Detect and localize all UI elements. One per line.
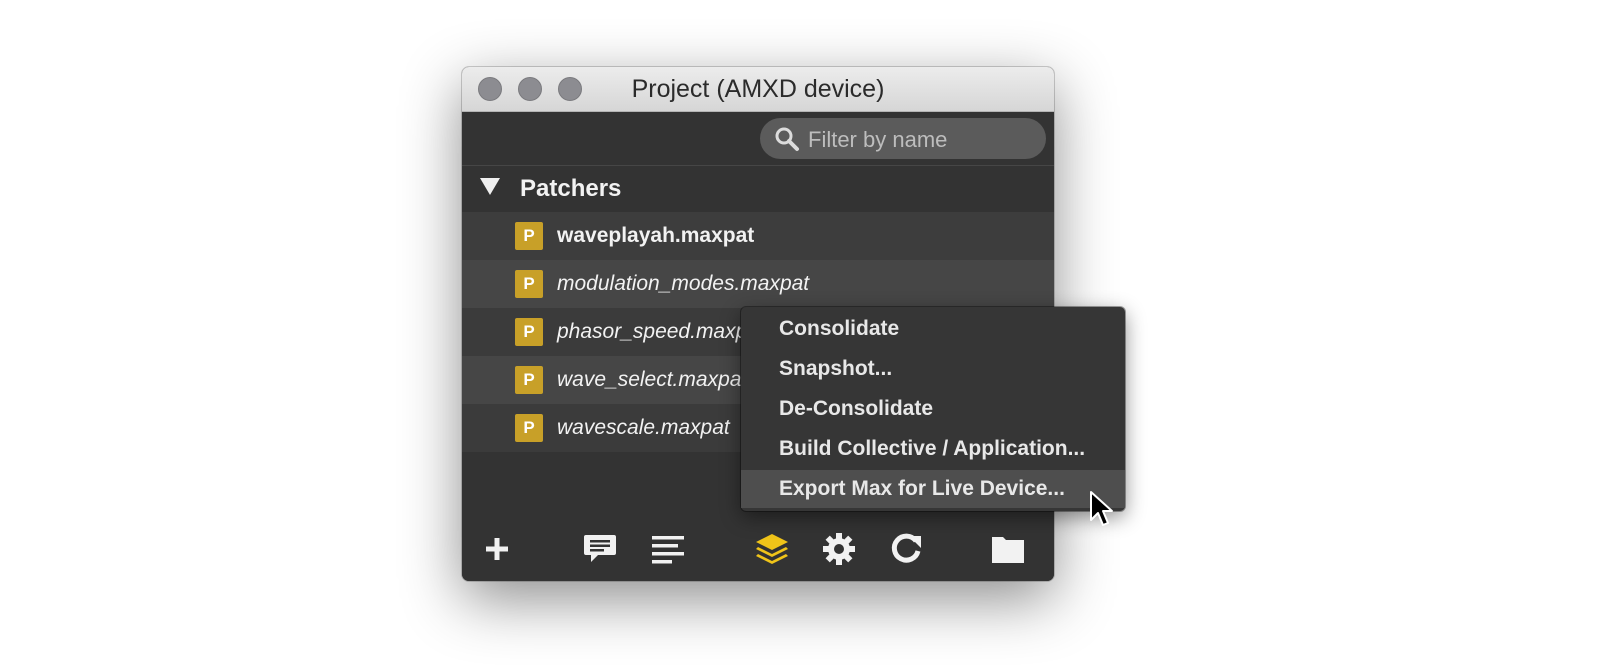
file-row[interactable]: P modulation_modes.maxpat [462, 260, 1054, 308]
comment-icon[interactable] [580, 529, 620, 569]
search-box[interactable] [760, 118, 1046, 161]
menu-item-build-collective[interactable]: Build Collective / Application... [741, 430, 1125, 468]
disclosure-triangle-icon[interactable] [480, 178, 500, 195]
file-name: waveplayah.maxpat [557, 224, 755, 247]
layers-icon[interactable] [752, 529, 792, 569]
patcher-file-icon: P [515, 414, 543, 442]
patcher-file-icon: P [515, 222, 543, 250]
menu-item-snapshot[interactable]: Snapshot... [741, 350, 1125, 388]
patcher-file-icon: P [515, 318, 543, 346]
refresh-icon[interactable] [886, 529, 926, 569]
list-icon[interactable] [648, 529, 688, 569]
window-title: Project (AMXD device) [631, 75, 885, 103]
title-bar[interactable]: Project (AMXD device) [462, 67, 1054, 112]
patcher-file-icon: P [515, 366, 543, 394]
mouse-pointer-icon [1090, 491, 1113, 526]
plus-icon[interactable] [477, 529, 517, 569]
patcher-file-icon: P [515, 270, 543, 298]
file-name: wavescale.maxpat [557, 416, 730, 439]
bottom-toolbar [462, 519, 1054, 581]
search-input[interactable] [806, 118, 1042, 161]
file-name: phasor_speed.maxpat [557, 320, 765, 343]
menu-item-consolidate[interactable]: Consolidate [741, 310, 1125, 348]
file-name: wave_select.maxpat [557, 368, 748, 391]
gear-icon[interactable] [819, 529, 859, 569]
menu-item-de-consolidate[interactable]: De-Consolidate [741, 390, 1125, 428]
menu-item-export-max-for-live-device[interactable]: Export Max for Live Device... [741, 470, 1125, 508]
context-menu: Consolidate Snapshot... De-Consolidate B… [741, 307, 1125, 511]
group-label: Patchers [520, 175, 622, 202]
group-header-patchers[interactable]: Patchers [462, 166, 1054, 212]
file-name: modulation_modes.maxpat [557, 272, 810, 295]
file-row[interactable]: P waveplayah.maxpat [462, 212, 1054, 260]
top-toolbar [462, 112, 1054, 166]
folder-icon[interactable] [988, 529, 1028, 569]
search-icon [775, 127, 799, 151]
